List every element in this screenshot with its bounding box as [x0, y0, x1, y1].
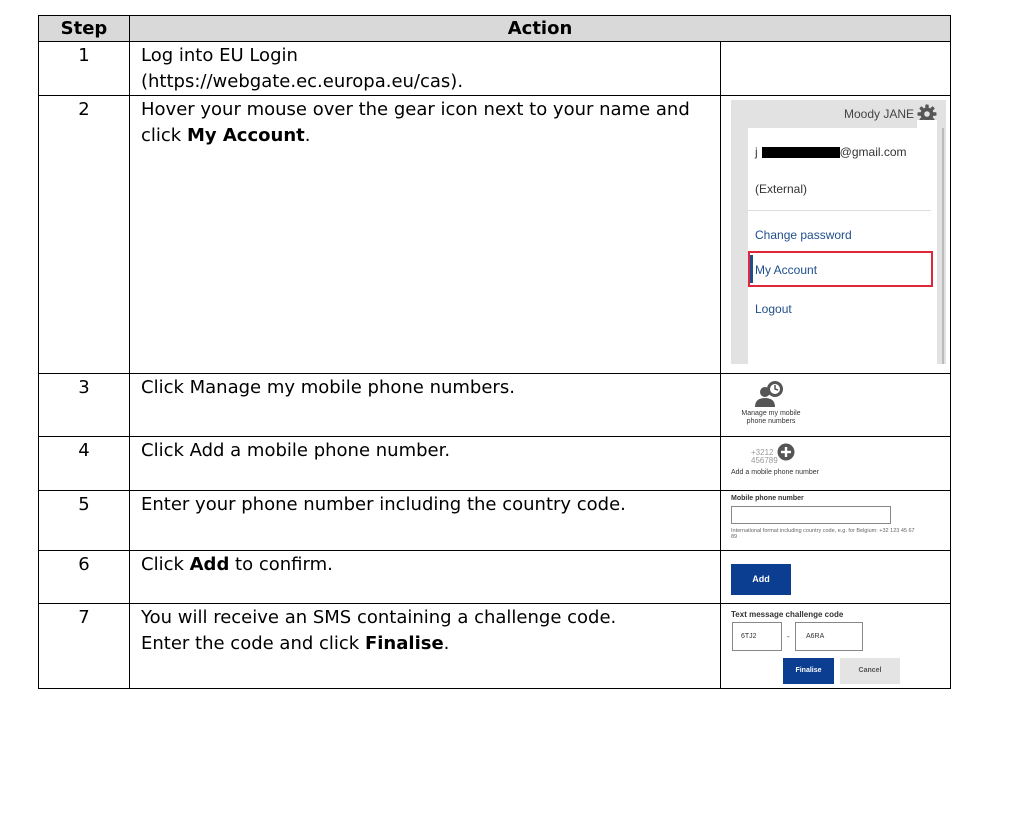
step-screenshot: Text message challenge code 6TJ2 - A6RA …: [720, 603, 951, 689]
step-text-bold: Add: [189, 554, 230, 575]
mobile-users-icon: [755, 381, 783, 407]
instructions-table: Step Action 1 Log into EU Login (https:/…: [38, 15, 951, 689]
code-separator: -: [787, 632, 790, 641]
step-text-bold: My Account: [186, 125, 305, 146]
step-action: Enter your phone number including the co…: [129, 490, 721, 551]
step-text: Click Manage my mobile phone numbers.: [141, 377, 515, 398]
code-part1-input[interactable]: 6TJ2: [732, 622, 782, 651]
step-action: Click Manage my mobile phone numbers.: [129, 373, 721, 437]
step-text-bold: Finalise: [364, 633, 444, 654]
add-mobile-tile[interactable]: +3212 456789 Add a mobile phone number: [731, 441, 871, 481]
menu-item-change-password[interactable]: Change password: [755, 228, 852, 242]
field-label: Mobile phone number: [731, 495, 804, 502]
tile-caption: Manage my mobile phone numbers: [731, 410, 811, 426]
email-prefix: j: [755, 145, 758, 159]
step-text: .: [443, 633, 450, 654]
plus-circle-icon: [777, 443, 795, 461]
table-row: 6 Click Add to confirm. Add: [38, 550, 951, 604]
step-text: Enter your phone number including the co…: [141, 494, 626, 515]
step-number: 5: [38, 490, 130, 551]
manage-mobile-tile[interactable]: Manage my mobile phone numbers: [731, 378, 831, 430]
step-number: 1: [38, 41, 130, 96]
redaction-bar: [761, 146, 840, 158]
highlight-box: [748, 251, 933, 287]
panel-edge: [942, 128, 944, 364]
step-number: 7: [38, 603, 130, 689]
number-line: 456789: [751, 456, 778, 465]
step-text: Click: [141, 554, 190, 575]
table-header-row: Step Action: [38, 15, 951, 42]
step-screenshot: Moody JANE j @gmail.com (External) Chang…: [720, 95, 951, 374]
table-row: 1 Log into EU Login (https://webgate.ec.…: [38, 41, 951, 96]
account-dropdown: [748, 128, 937, 364]
sample-numbers: +3212 456789: [751, 449, 778, 465]
menu-item-logout[interactable]: Logout: [755, 302, 792, 316]
cancel-button[interactable]: Cancel: [840, 658, 900, 684]
step-number: 4: [38, 436, 130, 491]
caption-line: phone numbers: [746, 418, 796, 425]
user-name: Moody JANE: [843, 107, 914, 121]
step-number: 6: [38, 550, 130, 604]
step-action: Hover your mouse over the gear icon next…: [129, 95, 721, 374]
step-screenshot: Manage my mobile phone numbers: [720, 373, 951, 437]
step-action: You will receive an SMS containing a cha…: [129, 603, 721, 689]
header-step: Step: [38, 15, 130, 42]
user-email: j @gmail.com: [755, 145, 907, 159]
step-screenshot-empty: [720, 41, 951, 96]
step-action: Click Add a mobile phone number.: [129, 436, 721, 491]
field-hint: International format including country c…: [731, 528, 915, 540]
code-part2-input[interactable]: A6RA: [795, 622, 863, 651]
tile-caption: Add a mobile phone number: [731, 469, 819, 476]
step-action: Click Add to confirm.: [129, 550, 721, 604]
menu-divider: [748, 210, 931, 211]
table-row: 4 Click Add a mobile phone number. +3212…: [38, 436, 951, 491]
add-button[interactable]: Add: [731, 564, 791, 595]
finalise-button[interactable]: Finalise: [783, 658, 834, 684]
step-screenshot: Mobile phone number International format…: [720, 490, 951, 551]
phone-field-screenshot: Mobile phone number International format…: [731, 495, 931, 545]
user-type: (External): [755, 182, 808, 196]
caption-line: Manage my mobile: [741, 410, 801, 417]
header-action: Action: [129, 15, 951, 42]
challenge-label: Text message challenge code: [731, 610, 844, 619]
step-text: .: [304, 125, 311, 146]
table-row: 7 You will receive an SMS containing a c…: [38, 603, 951, 689]
step-text: to confirm.: [229, 554, 333, 575]
table-row: 3 Click Manage my mobile phone numbers. …: [38, 373, 951, 437]
step-screenshot: Add: [720, 550, 951, 604]
account-menu-screenshot: Moody JANE j @gmail.com (External) Chang…: [731, 100, 946, 364]
step-text: (https://webgate.ec.europa.eu/cas).: [141, 71, 464, 92]
step-number: 2: [38, 95, 130, 374]
step-text: Log into EU Login: [141, 45, 298, 66]
step-text: Enter the code and click: [141, 633, 365, 654]
step-text: Click Add a mobile phone number.: [141, 440, 451, 461]
phone-number-input[interactable]: [731, 506, 891, 524]
table-row: 5 Enter your phone number including the …: [38, 490, 951, 551]
step-number: 3: [38, 373, 130, 437]
challenge-code-screenshot: Text message challenge code 6TJ2 - A6RA …: [731, 608, 951, 684]
step-action: Log into EU Login (https://webgate.ec.eu…: [129, 41, 721, 96]
step-text: You will receive an SMS containing a cha…: [141, 607, 617, 628]
email-suffix: @gmail.com: [839, 145, 907, 159]
step-screenshot: +3212 456789 Add a mobile phone number: [720, 436, 951, 491]
table-row: 2 Hover your mouse over the gear icon ne…: [38, 95, 951, 374]
